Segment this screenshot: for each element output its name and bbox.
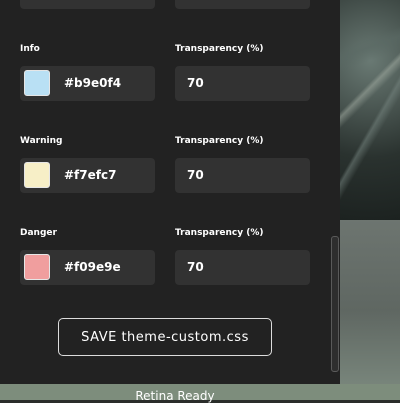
warning-transparency-label: Transparency (%) — [175, 136, 264, 146]
theme-settings-panel: Info Transparency (%) #b9e0f4 70 Warning… — [0, 0, 340, 384]
warning-color-field[interactable]: #f7efc7 — [20, 158, 155, 193]
save-theme-button[interactable]: SAVE theme-custom.css — [58, 318, 272, 356]
background-wall — [340, 220, 400, 385]
warning-transparency-value[interactable]: 70 — [187, 168, 204, 182]
previous-transparency-field[interactable] — [175, 0, 310, 9]
danger-transparency-value[interactable]: 70 — [187, 260, 204, 274]
info-hex-value[interactable]: #b9e0f4 — [64, 76, 121, 90]
background-photo — [340, 0, 400, 220]
previous-color-field[interactable] — [20, 0, 155, 9]
warning-label: Warning — [20, 136, 63, 146]
danger-transparency-label: Transparency (%) — [175, 228, 264, 238]
danger-hex-value[interactable]: #f09e9e — [64, 260, 121, 274]
warning-color-swatch[interactable] — [24, 162, 50, 188]
danger-color-swatch[interactable] — [24, 254, 50, 280]
danger-label: Danger — [20, 228, 57, 238]
info-label: Info — [20, 44, 40, 54]
panel-scrollbar-thumb[interactable] — [331, 236, 339, 372]
info-color-field[interactable]: #b9e0f4 — [20, 66, 155, 101]
danger-color-field[interactable]: #f09e9e — [20, 250, 155, 285]
footer-caption: Retina Ready — [135, 389, 215, 403]
info-color-swatch[interactable] — [24, 70, 50, 96]
info-transparency-label: Transparency (%) — [175, 44, 264, 54]
danger-transparency-input[interactable]: 70 — [175, 250, 310, 285]
warning-transparency-input[interactable]: 70 — [175, 158, 310, 193]
warning-hex-value[interactable]: #f7efc7 — [64, 168, 116, 182]
info-transparency-value[interactable]: 70 — [187, 76, 204, 90]
info-transparency-input[interactable]: 70 — [175, 66, 310, 101]
